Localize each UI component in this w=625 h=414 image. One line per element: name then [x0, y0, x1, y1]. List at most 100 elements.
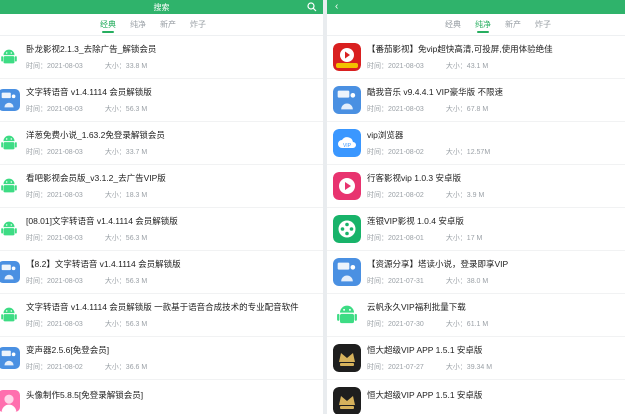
item-time: 时间：2021-08-03 — [26, 235, 83, 242]
play-red-icon — [333, 43, 361, 71]
item-size: 大小：39.34 M — [445, 364, 493, 371]
item-title: [08.01]文字转语音 v1.4.1114 会员解锁版 — [26, 216, 178, 226]
item-title: 文字转语音 v1.4.1114 会员解锁版 一款基于语音合成技术的专业配音软件 — [26, 302, 299, 312]
screenshot-stage: 搜索 经典 纯净 新产 炸子 卧龙影视2.1.3_去除广告_解锁会员 时间：202… — [0, 0, 625, 414]
svg-text:VIP: VIP — [343, 143, 352, 149]
item-title: 【8.2】文字转语音 v1.4.1114 会员解锁版 — [26, 259, 181, 269]
item-size: 大小：61.1 M — [445, 321, 489, 328]
list-item[interactable]: VIP vip浏览器时间：2021-08-02 大小：12.57M — [327, 122, 625, 165]
tab-classic[interactable]: 经典 — [445, 14, 461, 36]
list-item[interactable]: 【番茄影视】免vip超快高清,可投屏,使用体验绝佳 时间：2021-08-03 大小… — [327, 36, 625, 79]
list-item[interactable]: 恒大超级VIP APP 1.5.1 安卓版 — [327, 380, 625, 414]
android-icon — [0, 218, 20, 240]
tab-other[interactable]: 炸子 — [190, 14, 206, 36]
item-title: 【资源分享】塔读小说，登录即享VIP — [367, 259, 509, 269]
tab-bar: 经典 纯净 新产 炸子 — [327, 14, 625, 36]
item-size: 大小：3.9 M — [445, 192, 485, 199]
android-icon — [0, 132, 20, 154]
item-time: 时间：2021-08-03 — [26, 63, 83, 70]
left-panel: 搜索 经典 纯净 新产 炸子 卧龙影视2.1.3_去除广告_解锁会员 时间：202… — [0, 0, 323, 414]
item-title: vip浏览器 — [367, 130, 404, 140]
item-size: 大小：38.0 M — [445, 278, 489, 285]
item-title: 莲银VIP影视 1.0.4 安卓版 — [367, 216, 464, 226]
android-icon — [0, 46, 20, 68]
item-time: 时间：2021-08-02 — [26, 364, 83, 371]
item-time: 时间：2021-08-03 — [26, 149, 83, 156]
item-time: 时间：2021-08-03 — [367, 106, 424, 113]
tab-pure[interactable]: 纯净 — [475, 14, 491, 36]
page-title: 搜索 — [153, 2, 170, 12]
item-size: 大小：56.3 M — [104, 106, 148, 113]
item-time: 时间：2021-08-03 — [26, 321, 83, 328]
app-blue-icon — [333, 86, 361, 114]
list-item[interactable]: 洋葱免费小说_1.63.2免登录解锁会员 时间：2021-08-03 大小：33.7… — [0, 122, 323, 165]
item-size: 大小：12.57M — [445, 149, 491, 156]
item-size: 大小：56.3 M — [104, 278, 148, 285]
item-title: 酷我音乐 v9.4.4.1 VIP豪华版 不限速 — [367, 87, 504, 97]
list-item[interactable]: 卧龙影视2.1.3_去除广告_解锁会员 时间：2021-08-03 大小：33.8 … — [0, 36, 323, 79]
list-item[interactable]: 【资源分享】塔读小说，登录即享VIP 时间：2021-07-31 大小：38.0 M — [327, 251, 625, 294]
item-title: 恒大超级VIP APP 1.5.1 安卓版 — [367, 389, 483, 400]
item-title: 云帆永久VIP福利批量下载 — [367, 302, 466, 312]
item-size: 大小：56.3 M — [104, 235, 148, 242]
list-item[interactable]: 看吧影视会员版_v3.1.2_去广告VIP版 时间：2021-08-03 大小：18… — [0, 165, 323, 208]
result-list: 卧龙影视2.1.3_去除广告_解锁会员 时间：2021-08-03 大小：33.8 … — [0, 36, 323, 414]
cloud-icon: VIP — [333, 129, 361, 157]
item-size: 大小：67.8 M — [445, 106, 489, 113]
film-icon — [333, 215, 361, 243]
list-item[interactable]: 莲银VIP影视 1.0.4 安卓版 时间：2021-08-01 大小：17 M — [327, 208, 625, 251]
android-icon — [333, 301, 361, 329]
tab-pure[interactable]: 纯净 — [130, 14, 146, 36]
play-pink-icon — [333, 172, 361, 200]
item-title: 卧龙影视2.1.3_去除广告_解锁会员 — [26, 44, 157, 54]
top-bar: 搜索 — [0, 0, 323, 14]
app-blue-icon — [0, 261, 20, 283]
tab-other[interactable]: 炸子 — [535, 14, 551, 36]
app-blue-icon — [333, 258, 361, 286]
list-item[interactable]: 文字转语音 v1.4.1114 会员解锁版 一款基于语音合成技术的专业配音软件时… — [0, 294, 323, 337]
item-title: 文字转语音 v1.4.1114 会员解锁版 — [26, 87, 152, 97]
item-title: 恒大超级VIP APP 1.5.1 安卓版 — [367, 345, 483, 355]
item-time: 时间：2021-07-27 — [367, 364, 424, 371]
tab-new[interactable]: 新产 — [505, 14, 521, 36]
android-icon — [0, 175, 20, 197]
item-size: 大小：33.8 M — [104, 63, 148, 70]
app-blue-icon — [0, 347, 20, 369]
app-blue-icon — [0, 89, 20, 111]
list-item[interactable]: 酷我音乐 v9.4.4.1 VIP豪华版 不限速 时间：2021-08-03 大小：… — [327, 79, 625, 122]
item-title: 行客影视vip 1.0.3 安卓版 — [367, 173, 461, 183]
list-item[interactable]: 【8.2】文字转语音 v1.4.1114 会员解锁版 时间：2021-08-03 大… — [0, 251, 323, 294]
avatar-app-icon — [0, 390, 20, 412]
item-size: 大小：33.7 M — [104, 149, 148, 156]
list-item[interactable]: 行客影视vip 1.0.3 安卓版 时间：2021-08-02 大小：3.9 M — [327, 165, 625, 208]
crown-icon — [333, 344, 361, 372]
tab-new[interactable]: 新产 — [160, 14, 176, 36]
item-time: 时间：2021-08-03 — [367, 63, 424, 70]
tab-classic[interactable]: 经典 — [100, 14, 116, 36]
search-icon[interactable] — [307, 2, 317, 12]
crown-icon — [333, 387, 361, 414]
tab-bar: 经典 纯净 新产 炸子 — [0, 14, 323, 36]
item-title: 【番茄影视】免vip超快高清,可投屏,使用体验绝佳 — [367, 44, 553, 54]
item-time: 时间：2021-08-02 — [367, 192, 424, 199]
item-size: 大小：18.3 M — [104, 192, 148, 199]
item-size: 大小：56.3 M — [104, 321, 148, 328]
list-item[interactable]: 文字转语音 v1.4.1114 会员解锁版 时间：2021-08-03 大小：56.… — [0, 79, 323, 122]
list-item[interactable]: 头像制作5.8.5[免登录解锁会员] — [0, 380, 323, 414]
item-title: 头像制作5.8.5[免登录解锁会员] — [26, 389, 144, 400]
item-time: 时间：2021-08-03 — [26, 278, 83, 285]
item-time: 时间：2021-07-31 — [367, 278, 424, 285]
list-item[interactable]: 变声器2.5.6[免登会员] 时间：2021-08-02 大小：36.6 M — [0, 337, 323, 380]
item-time: 时间：2021-08-01 — [367, 235, 424, 242]
result-list: 【番茄影视】免vip超快高清,可投屏,使用体验绝佳 时间：2021-08-03 大小… — [327, 36, 625, 414]
item-time: 时间：2021-08-03 — [26, 192, 83, 199]
item-time: 时间：2021-07-30 — [367, 321, 424, 328]
back-icon[interactable]: ‹ — [335, 1, 338, 13]
right-panel: ‹ 经典 纯净 新产 炸子 【番茄影视】免vip超快高清,可投屏,使用体验绝佳时… — [327, 0, 625, 414]
list-item[interactable]: 云帆永久VIP福利批量下载 时间：2021-07-30 大小：61.1 M — [327, 294, 625, 337]
top-bar: ‹ — [327, 0, 625, 14]
list-item[interactable]: [08.01]文字转语音 v1.4.1114 会员解锁版 时间：2021-08-0… — [0, 208, 323, 251]
android-icon — [0, 304, 20, 326]
item-time: 时间：2021-08-02 — [367, 149, 424, 156]
list-item[interactable]: 恒大超级VIP APP 1.5.1 安卓版 时间：2021-07-27 大小：39.… — [327, 337, 625, 380]
